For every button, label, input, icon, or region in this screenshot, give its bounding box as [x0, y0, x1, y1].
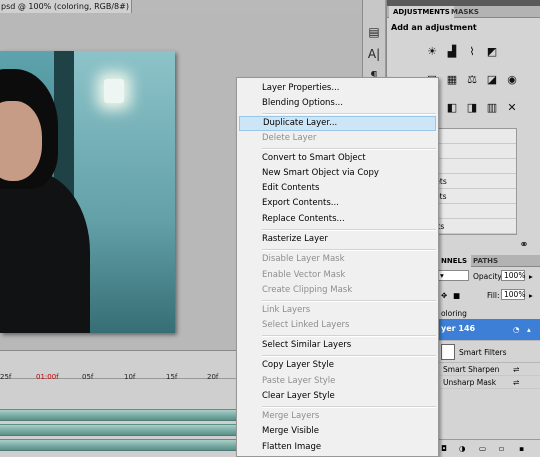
- smart-filters-label: Smart Filters: [459, 348, 507, 357]
- timeline-tick-current: 01:00f: [36, 373, 59, 381]
- color-balance-icon[interactable]: ⚖: [465, 73, 479, 87]
- menu-item-link-layers[interactable]: Link Layers: [239, 303, 436, 318]
- layer-name: yer 146: [441, 324, 476, 333]
- tab-channels[interactable]: NNELS: [437, 255, 472, 267]
- menu-separator: [262, 229, 436, 231]
- menu-item-edit-contents[interactable]: Edit Contents: [239, 181, 436, 196]
- photo-filter-icon[interactable]: ◉: [505, 73, 519, 87]
- tab-masks[interactable]: MASKS: [447, 6, 483, 18]
- menu-item-select-similar-layers[interactable]: Select Similar Layers: [239, 338, 436, 353]
- filter-name: Smart Sharpen: [443, 365, 500, 374]
- menu-separator: [262, 249, 436, 251]
- add-mask-icon[interactable]: ◘: [441, 444, 447, 453]
- gradient-map-icon[interactable]: ▥: [485, 101, 499, 115]
- document-tab[interactable]: psd @ 100% (coloring, RGB/8#) *✕: [0, 0, 132, 13]
- menu-item-create-clipping-mask[interactable]: Create Clipping Mask: [239, 283, 436, 298]
- expand-arrow-icon[interactable]: ▴: [527, 325, 531, 334]
- menu-item-replace-contents[interactable]: Replace Contents...: [239, 212, 436, 227]
- layer-context-menu: Layer Properties... Blending Options... …: [236, 77, 439, 457]
- menu-separator: [262, 335, 436, 337]
- fill-input[interactable]: 100%: [501, 289, 525, 300]
- curves-icon[interactable]: ⌇: [465, 45, 479, 59]
- timeline-tick: 10f: [124, 373, 136, 381]
- menu-item-paste-layer-style[interactable]: Paste Layer Style: [239, 374, 436, 389]
- menu-item-duplicate-layer[interactable]: Duplicate Layer...: [239, 116, 436, 131]
- menu-item-blending-options[interactable]: Blending Options...: [239, 96, 436, 111]
- filter-name: Unsharp Mask: [443, 378, 497, 387]
- menu-separator: [262, 355, 436, 357]
- menu-item-enable-vector-mask[interactable]: Enable Vector Mask: [239, 268, 436, 283]
- invert-icon[interactable]: ◧: [445, 101, 459, 115]
- menu-item-clear-layer-style[interactable]: Clear Layer Style: [239, 389, 436, 404]
- menu-item-rasterize-layer[interactable]: Rasterize Layer: [239, 232, 436, 247]
- lock-position-icon[interactable]: ✥: [441, 291, 447, 300]
- tab-adjustments[interactable]: ADJUSTMENTS: [389, 6, 454, 18]
- menu-item-merge-visible[interactable]: Merge Visible: [239, 424, 436, 439]
- menu-separator: [262, 113, 436, 115]
- selective-color-icon[interactable]: ✕: [505, 101, 519, 115]
- menu-item-copy-layer-style[interactable]: Copy Layer Style: [239, 358, 436, 373]
- smart-object-icon: ◔: [513, 325, 520, 334]
- menu-item-select-linked-layers[interactable]: Select Linked Layers: [239, 318, 436, 333]
- menu-item-convert-to-smart-object[interactable]: Convert to Smart Object: [239, 151, 436, 166]
- hue-saturation-icon[interactable]: ▦: [445, 73, 459, 87]
- filter-options-icon[interactable]: ⇌: [513, 365, 519, 374]
- menu-item-delete-layer[interactable]: Delete Layer: [239, 131, 436, 146]
- posterize-icon[interactable]: ◨: [465, 101, 479, 115]
- character-panel-icon[interactable]: A|: [366, 46, 382, 62]
- lock-all-icon[interactable]: ■: [453, 291, 460, 300]
- menu-separator: [262, 148, 436, 150]
- menu-item-export-contents[interactable]: Export Contents...: [239, 196, 436, 211]
- menu-item-new-smart-object-via-copy[interactable]: New Smart Object via Copy: [239, 166, 436, 181]
- menu-item-merge-layers[interactable]: Merge Layers: [239, 409, 436, 424]
- exposure-icon[interactable]: ◩: [485, 45, 499, 59]
- document-tab-title: psd @ 100% (coloring, RGB/8#) *: [1, 2, 132, 11]
- tab-paths[interactable]: PATHS: [469, 255, 502, 267]
- menu-item-flatten-image[interactable]: Flatten Image: [239, 440, 436, 455]
- opacity-input[interactable]: 100%: [501, 270, 525, 281]
- adjustment-layer-icon[interactable]: ◑: [459, 444, 466, 453]
- layer-group-name[interactable]: oloring: [441, 309, 467, 318]
- new-group-icon[interactable]: ▭: [479, 444, 486, 453]
- filter-options-icon[interactable]: ⇌: [513, 378, 519, 387]
- clip-icon[interactable]: ⚭: [517, 238, 531, 252]
- brightness-icon[interactable]: ☀: [425, 45, 439, 59]
- timeline-tick: 05f: [82, 373, 94, 381]
- menu-item-disable-layer-mask[interactable]: Disable Layer Mask: [239, 252, 436, 267]
- adjustments-heading: Add an adjustment: [391, 23, 477, 32]
- fill-dropdown-icon[interactable]: ▸: [529, 291, 533, 300]
- opacity-dropdown-icon[interactable]: ▸: [529, 272, 533, 281]
- levels-icon[interactable]: ▟: [445, 45, 459, 59]
- timeline-tick: 15f: [166, 373, 178, 381]
- filter-mask-thumbnail: [441, 344, 455, 360]
- delete-layer-icon[interactable]: ▪: [519, 444, 524, 453]
- document-image: [0, 51, 175, 333]
- menu-item-layer-properties[interactable]: Layer Properties...: [239, 81, 436, 96]
- new-layer-icon[interactable]: ▫: [499, 444, 504, 453]
- menu-separator: [262, 406, 436, 408]
- black-white-icon[interactable]: ◪: [485, 73, 499, 87]
- blend-mode-select[interactable]: ▾: [437, 270, 469, 281]
- menu-separator: [262, 300, 436, 302]
- fill-label: Fill:: [487, 291, 500, 300]
- timeline-tick: 20f: [207, 373, 219, 381]
- panel-toggle-icon[interactable]: ▤: [366, 24, 382, 40]
- opacity-label: Opacity:: [473, 272, 504, 281]
- timeline-tick: 25f: [0, 373, 12, 381]
